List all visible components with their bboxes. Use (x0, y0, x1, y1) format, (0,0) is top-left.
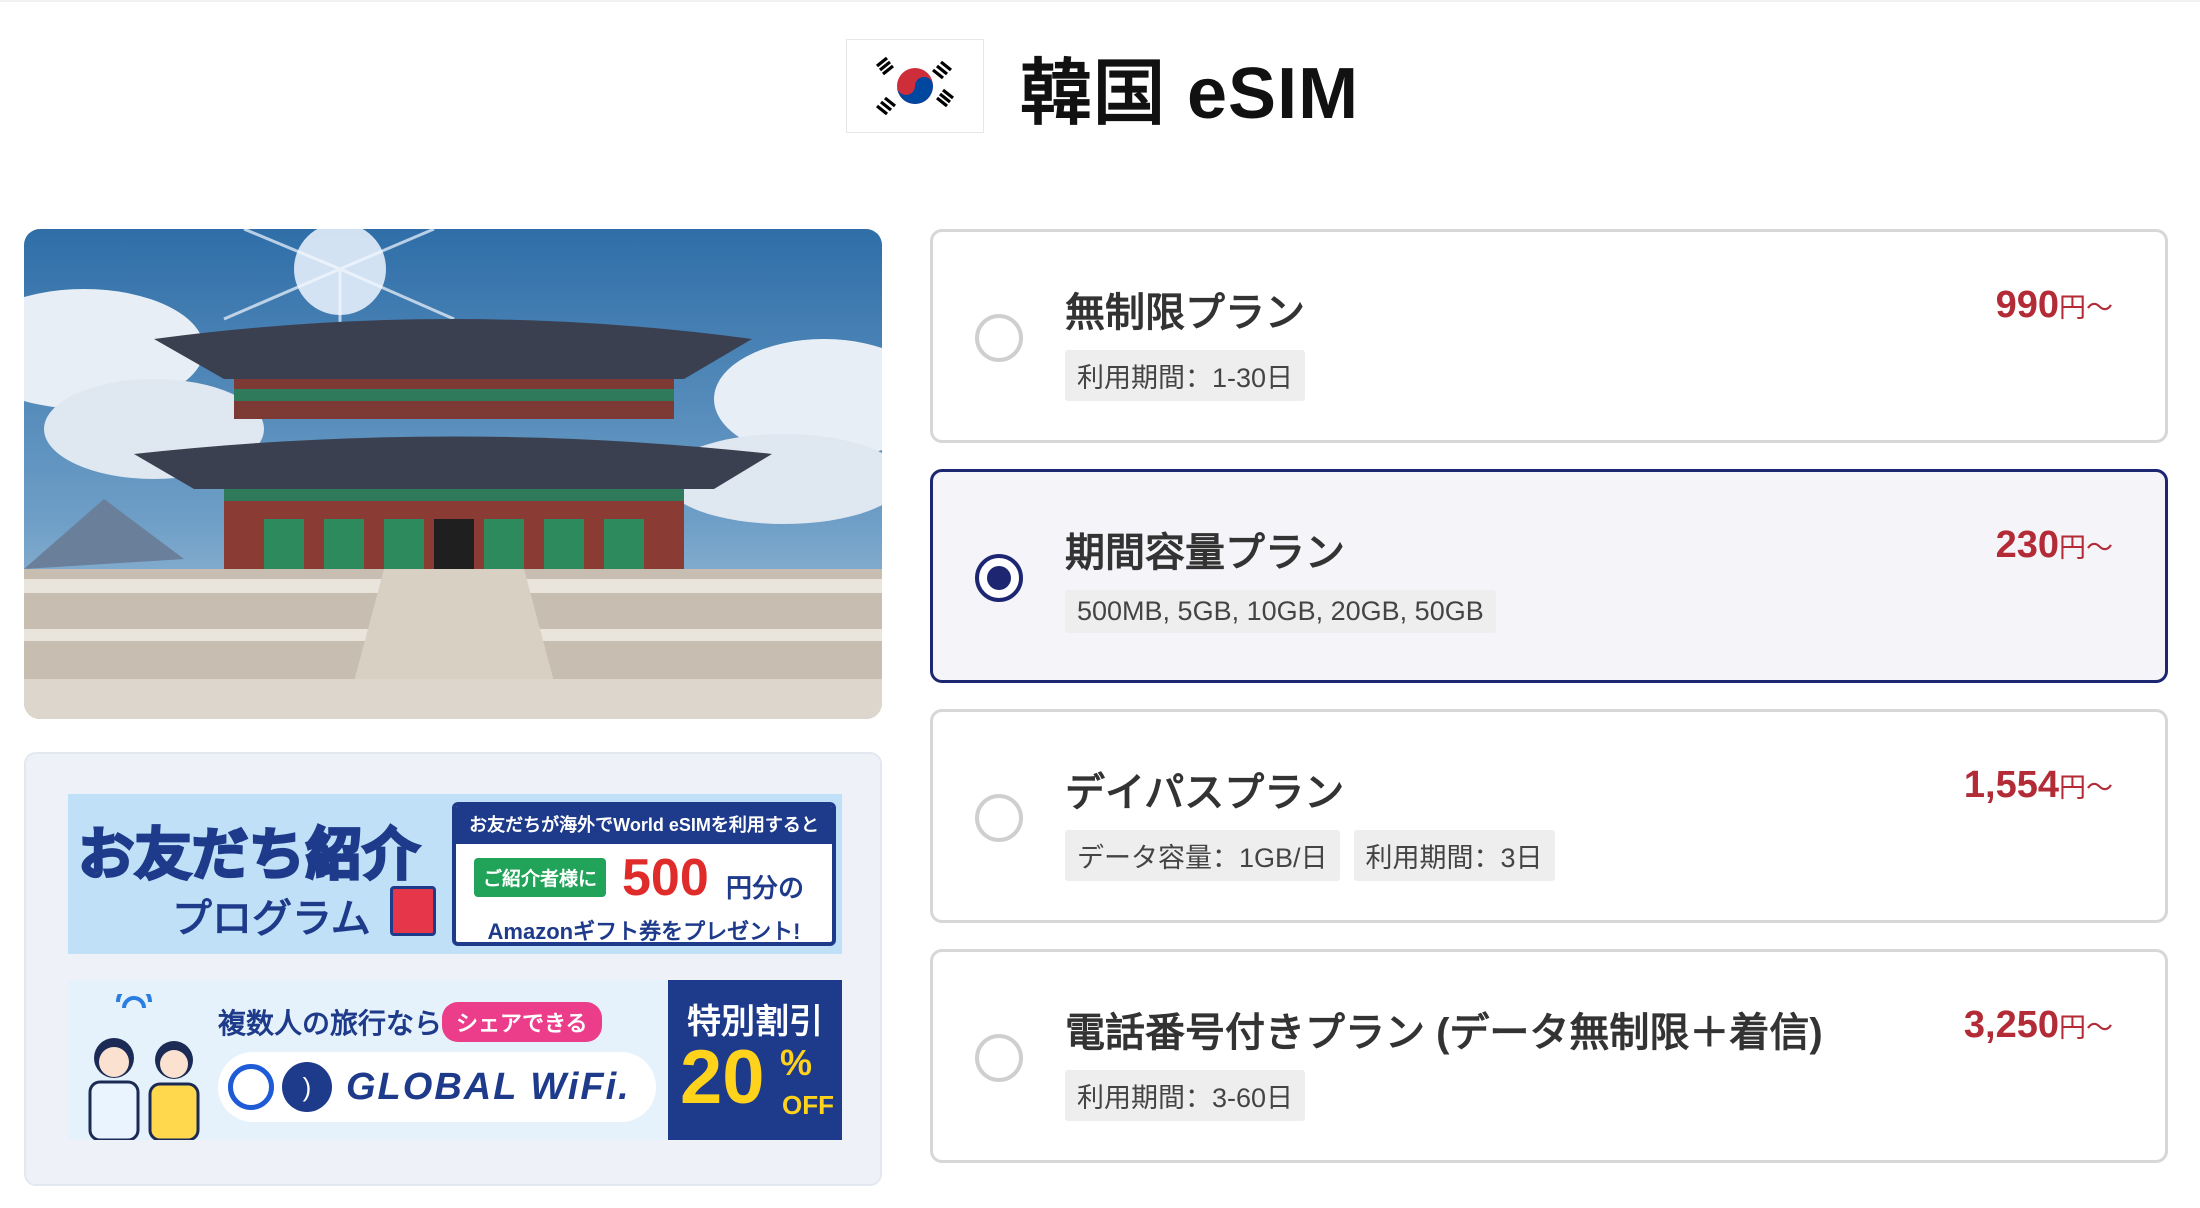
plan-price: 3,250円〜 (1964, 1004, 2113, 1047)
plan-option-unlimited[interactable]: 無制限プラン 利用期間：1-30日 990円〜 (930, 229, 2168, 443)
plan-option-period-capacity[interactable]: 期間容量プラン 500MB, 5GB, 10GB, 20GB, 50GB 230… (930, 469, 2168, 683)
global-wifi-banner-pill: シェアできる (442, 1002, 602, 1042)
global-wifi-promo-percent: % (780, 1042, 813, 1083)
plan-name: デイパスプラン (1065, 771, 1345, 815)
plan-price-value: 230 (1995, 524, 2059, 566)
global-wifi-logo: ) GLOBAL WiFi. (218, 1052, 656, 1122)
referral-banner-subtitle: プログラム (172, 897, 371, 941)
global-wifi-logo-text: GLOBAL WiFi. (346, 1065, 631, 1108)
plan-name: 電話番号付きプラン (データ無制限＋着信) (1065, 1011, 1823, 1055)
wifi-icon: ) (282, 1062, 332, 1112)
referral-banner-left: お友だち紹介 プログラム (68, 794, 440, 954)
globe-icon (228, 1064, 274, 1110)
referral-banner-amount-unit: 円分の (726, 873, 805, 903)
plan-price-unit: 円〜 (2059, 293, 2113, 323)
page-header: 韓国 eSIM (846, 38, 1359, 134)
plan-option-day-pass[interactable]: デイパスプラン データ容量：1GB/日 利用期間：3日 1,554円〜 (930, 709, 2168, 923)
gift-box-icon (390, 886, 436, 936)
page-title: 韓国 eSIM (1020, 53, 1360, 134)
plan-price-unit: 円〜 (2059, 533, 2113, 563)
banner-panel: お友だち紹介 プログラム お友だちが海外でWorld eSIMを利用すると ご紹… (24, 752, 882, 1186)
south-korea-flag-icon (846, 39, 984, 133)
referral-banner-tag: ご紹介者様に (474, 858, 607, 897)
plan-tag: 利用期間：3日 (1353, 830, 1555, 881)
plan-radio-button[interactable] (975, 314, 1023, 362)
global-wifi-promo-value: 20 (680, 1035, 765, 1120)
travelers-illustration-icon (88, 994, 200, 1140)
plan-price: 1,554円〜 (1964, 764, 2113, 807)
plan-tags: 利用期間：1-30日 (1065, 350, 1319, 401)
plan-price-unit: 円〜 (2059, 773, 2113, 803)
plan-tag: データ容量：1GB/日 (1065, 830, 1340, 881)
global-wifi-banner[interactable]: 複数人の旅行なら! シェアできる ) GLOBAL WiFi. 特別割引 20 … (68, 980, 842, 1140)
global-wifi-banner-text: 複数人の旅行なら! (218, 1008, 452, 1039)
plan-tag: 利用期間：3-60日 (1065, 1070, 1306, 1121)
plan-price-unit: 円〜 (2059, 1013, 2113, 1043)
hero-image (24, 229, 882, 719)
plan-price-value: 990 (1995, 284, 2059, 326)
top-divider (0, 0, 2200, 2)
plan-tags: 利用期間：3-60日 (1065, 1070, 1319, 1121)
plan-price: 990円〜 (1996, 284, 2113, 327)
plan-tag: 利用期間：1-30日 (1065, 350, 1306, 401)
global-wifi-promo-off: OFF (782, 1090, 834, 1120)
referral-banner-offer: お友だちが海外でWorld eSIMを利用すると ご紹介者様に 500 円分の … (452, 802, 836, 946)
referral-banner-gift-text: Amazonギフト券をプレゼント! (487, 919, 801, 944)
global-wifi-promo: 特別割引 20 % OFF (668, 980, 842, 1140)
plan-price-value: 3,250 (1963, 1004, 2059, 1046)
plan-tags: 500MB, 5GB, 10GB, 20GB, 50GB (1065, 590, 1510, 633)
referral-banner-title: お友だち紹介 (77, 822, 421, 888)
plan-option-phone-number[interactable]: 電話番号付きプラン (データ無制限＋着信) 利用期間：3-60日 3,250円〜 (930, 949, 2168, 1163)
plan-radio-button[interactable] (975, 554, 1023, 602)
plan-radio-button[interactable] (975, 1034, 1023, 1082)
plan-price-value: 1,554 (1963, 764, 2059, 806)
plan-radio-button[interactable] (975, 794, 1023, 842)
plan-tags: データ容量：1GB/日 利用期間：3日 (1065, 830, 1569, 881)
referral-program-banner[interactable]: お友だち紹介 プログラム お友だちが海外でWorld eSIMを利用すると ご紹… (68, 794, 842, 954)
plan-price: 230円〜 (1996, 524, 2113, 567)
plan-name: 無制限プラン (1065, 291, 1305, 335)
referral-banner-amount: 500 (622, 849, 709, 907)
plan-tag: 500MB, 5GB, 10GB, 20GB, 50GB (1065, 590, 1496, 633)
referral-banner-header: お友だちが海外でWorld eSIMを利用すると (456, 806, 832, 844)
plan-name: 期間容量プラン (1065, 531, 1345, 575)
radio-selected-dot (987, 566, 1011, 590)
